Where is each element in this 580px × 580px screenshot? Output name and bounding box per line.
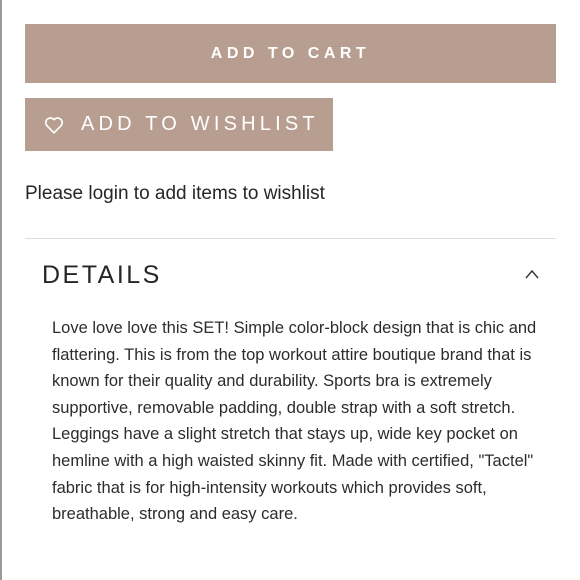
details-heading: DETAILS (42, 261, 162, 289)
add-to-wishlist-label: ADD TO WISHLIST (81, 113, 319, 135)
login-required-message: Please login to add items to wishlist (25, 183, 325, 204)
add-to-cart-label: ADD TO CART (210, 44, 371, 62)
section-divider (25, 238, 556, 239)
page-left-border (0, 0, 2, 580)
details-description: Love love love this SET! Simple color-bl… (52, 319, 537, 524)
heart-icon (44, 116, 64, 134)
add-to-cart-button[interactable]: ADD TO CART (25, 24, 556, 83)
add-to-wishlist-button[interactable]: ADD TO WISHLIST (25, 98, 333, 151)
chevron-up-icon[interactable] (522, 266, 542, 282)
